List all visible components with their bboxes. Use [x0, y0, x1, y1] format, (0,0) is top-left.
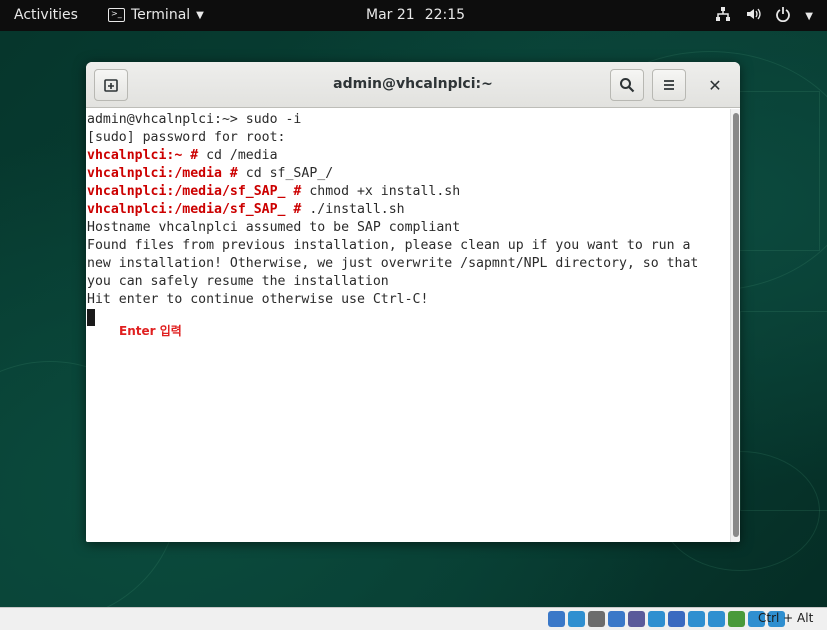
system-tray[interactable]: ▼ [715, 6, 813, 26]
text-cursor [87, 309, 95, 326]
host-key-label: Ctrl + Alt [758, 611, 814, 625]
terminal-line: you can safely resume the installation [87, 273, 730, 291]
terminal-output[interactable]: admin@vhcalnplci:~> sudo -i [sudo] passwo… [86, 109, 730, 542]
app-menu[interactable]: >_ Terminal ▼ [108, 7, 204, 23]
command-text: chmod +x install.sh [301, 184, 461, 199]
volume-icon[interactable] [745, 6, 761, 26]
usb-icon[interactable] [628, 611, 645, 627]
command-text: admin@vhcalnplci:~> sudo -i [87, 112, 302, 127]
search-button[interactable] [610, 69, 644, 101]
shell-prompt: vhcalnplci:/media # [87, 166, 238, 181]
terminal-window: admin@vhcalnplci:~ ✕ admin@vhcalnplci:~>… [86, 62, 740, 542]
terminal-line: vhcalnplci:/media/sf_SAP_ # ./install.sh [87, 201, 730, 219]
command-text: Hostname vhcalnplci assumed to be SAP co… [87, 220, 461, 235]
power-icon[interactable] [775, 6, 791, 26]
close-button[interactable]: ✕ [701, 72, 729, 98]
shared-folder-icon[interactable] [648, 611, 665, 627]
network-icon[interactable] [715, 6, 731, 26]
search-icon [620, 78, 635, 93]
cursor-line [87, 309, 730, 327]
terminal-line: vhcalnplci:/media # cd sf_SAP_/ [87, 165, 730, 183]
activities-button[interactable]: Activities [14, 7, 78, 23]
terminal-line: Hostname vhcalnplci assumed to be SAP co… [87, 219, 730, 237]
command-text: Found files from previous installation, … [87, 238, 691, 253]
menu-button[interactable] [652, 69, 686, 101]
audio-icon[interactable] [588, 611, 605, 627]
clock-date: Mar 21 [366, 7, 415, 23]
close-icon: ✕ [708, 75, 722, 95]
terminal-line: vhcalnplci:/media/sf_SAP_ # chmod +x ins… [87, 183, 730, 201]
terminal-line: Hit enter to continue otherwise use Ctrl… [87, 291, 730, 309]
app-menu-label: Terminal [131, 7, 191, 23]
header-bar: admin@vhcalnplci:~ ✕ [86, 62, 740, 108]
network-adapter-icon[interactable] [608, 611, 625, 627]
terminal-scrollbar[interactable] [730, 109, 740, 542]
command-text: Hit enter to continue otherwise use Ctrl… [87, 292, 429, 307]
enter-annotation: Enter 입력 [119, 324, 182, 338]
terminal-line: admin@vhcalnplci:~> sudo -i [87, 111, 730, 129]
command-text: new installation! Otherwise, we just ove… [87, 256, 699, 271]
scrollbar-thumb[interactable] [733, 113, 739, 537]
command-text: ./install.sh [301, 202, 405, 217]
shell-prompt: vhcalnplci:/media/sf_SAP_ # [87, 202, 302, 217]
terminal-icon: >_ [108, 8, 125, 22]
command-text: cd sf_SAP_/ [237, 166, 334, 181]
recording-icon[interactable] [688, 611, 705, 627]
command-text: cd /media [198, 148, 278, 163]
shell-prompt: vhcalnplci:~ # [87, 148, 199, 163]
hamburger-menu-icon [664, 80, 674, 90]
terminal-line: [sudo] password for root: [87, 129, 730, 147]
clock-time: 22:15 [424, 7, 466, 23]
virtualization-icon[interactable] [728, 611, 745, 627]
terminal-line: Found files from previous installation, … [87, 237, 730, 255]
command-text: you can safely resume the installation [87, 274, 389, 289]
vm-status-bar: Ctrl + Alt [0, 607, 827, 630]
caret-down-icon: ▼ [196, 9, 204, 21]
terminal-line: vhcalnplci:~ # cd /media [87, 147, 730, 165]
clock[interactable]: Mar 21 22:15 [366, 7, 465, 23]
capture-icon[interactable] [708, 611, 725, 627]
command-text: [sudo] password for root: [87, 130, 286, 145]
terminal-line: new installation! Otherwise, we just ove… [87, 255, 730, 273]
display-icon[interactable] [668, 611, 685, 627]
chevron-down-icon[interactable]: ▼ [805, 11, 813, 22]
top-bar: Activities >_ Terminal ▼ Mar 21 22:15 ▼ [0, 0, 827, 31]
hard-disk-icon[interactable] [548, 611, 565, 627]
optical-drive-icon[interactable] [568, 611, 585, 627]
shell-prompt: vhcalnplci:/media/sf_SAP_ # [87, 184, 302, 199]
